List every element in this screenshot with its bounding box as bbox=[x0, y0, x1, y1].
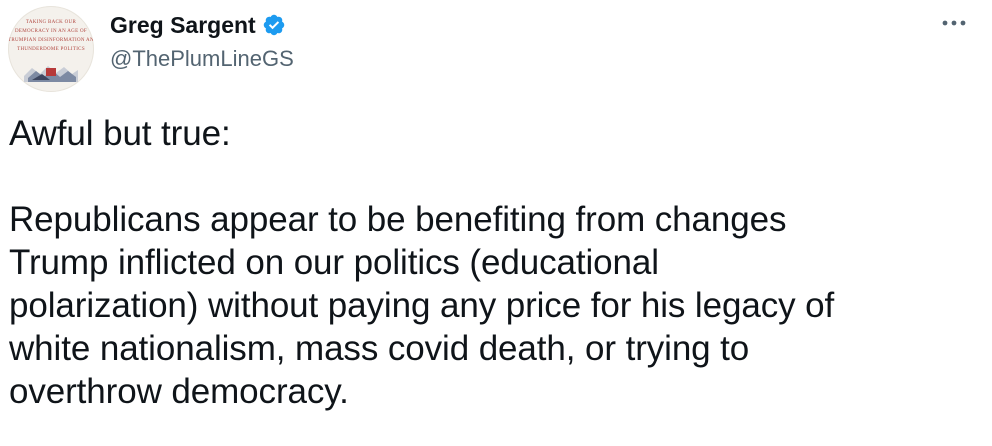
more-options-button[interactable] bbox=[934, 10, 974, 36]
tweet-text-line: Awful but true: bbox=[9, 114, 231, 153]
tweet-text-line: polarization) without paying any price f… bbox=[9, 286, 835, 325]
verified-badge-icon bbox=[263, 14, 284, 36]
avatar-cover-line: TRUMPIAN DISINFORMATION AND bbox=[8, 38, 94, 43]
more-horizontal-icon bbox=[942, 20, 966, 26]
avatar-cover-line: THUNDERDOME POLITICS bbox=[17, 47, 85, 52]
tweet-text-line: overthrow democracy. bbox=[9, 372, 349, 411]
avatar-cover-line: DEMOCRACY IN AN AGE OF bbox=[15, 29, 87, 34]
avatar-cover-art bbox=[24, 66, 78, 82]
tweet-text: Awful but true: Republicans appear to be… bbox=[9, 112, 984, 413]
tweet-text-line: Republicans appear to be benefiting from… bbox=[9, 200, 787, 239]
author-handle[interactable]: @ThePlumLineGS bbox=[110, 45, 294, 73]
tweet-text-line: Trump inflicted on our politics (educati… bbox=[9, 243, 659, 282]
avatar-cover-line: TAKING BACK OUR bbox=[25, 20, 77, 25]
tweet-text-line: white nationalism, mass covid death, or … bbox=[9, 329, 750, 368]
author-display-name[interactable]: Greg Sargent bbox=[110, 10, 256, 40]
author-name-row: Greg Sargent bbox=[110, 10, 286, 40]
author-avatar[interactable]: TAKING BACK OUR DEMOCRACY IN AN AGE OF T… bbox=[8, 6, 94, 92]
tweet-card: TAKING BACK OUR DEMOCRACY IN AN AGE OF T… bbox=[0, 0, 992, 446]
